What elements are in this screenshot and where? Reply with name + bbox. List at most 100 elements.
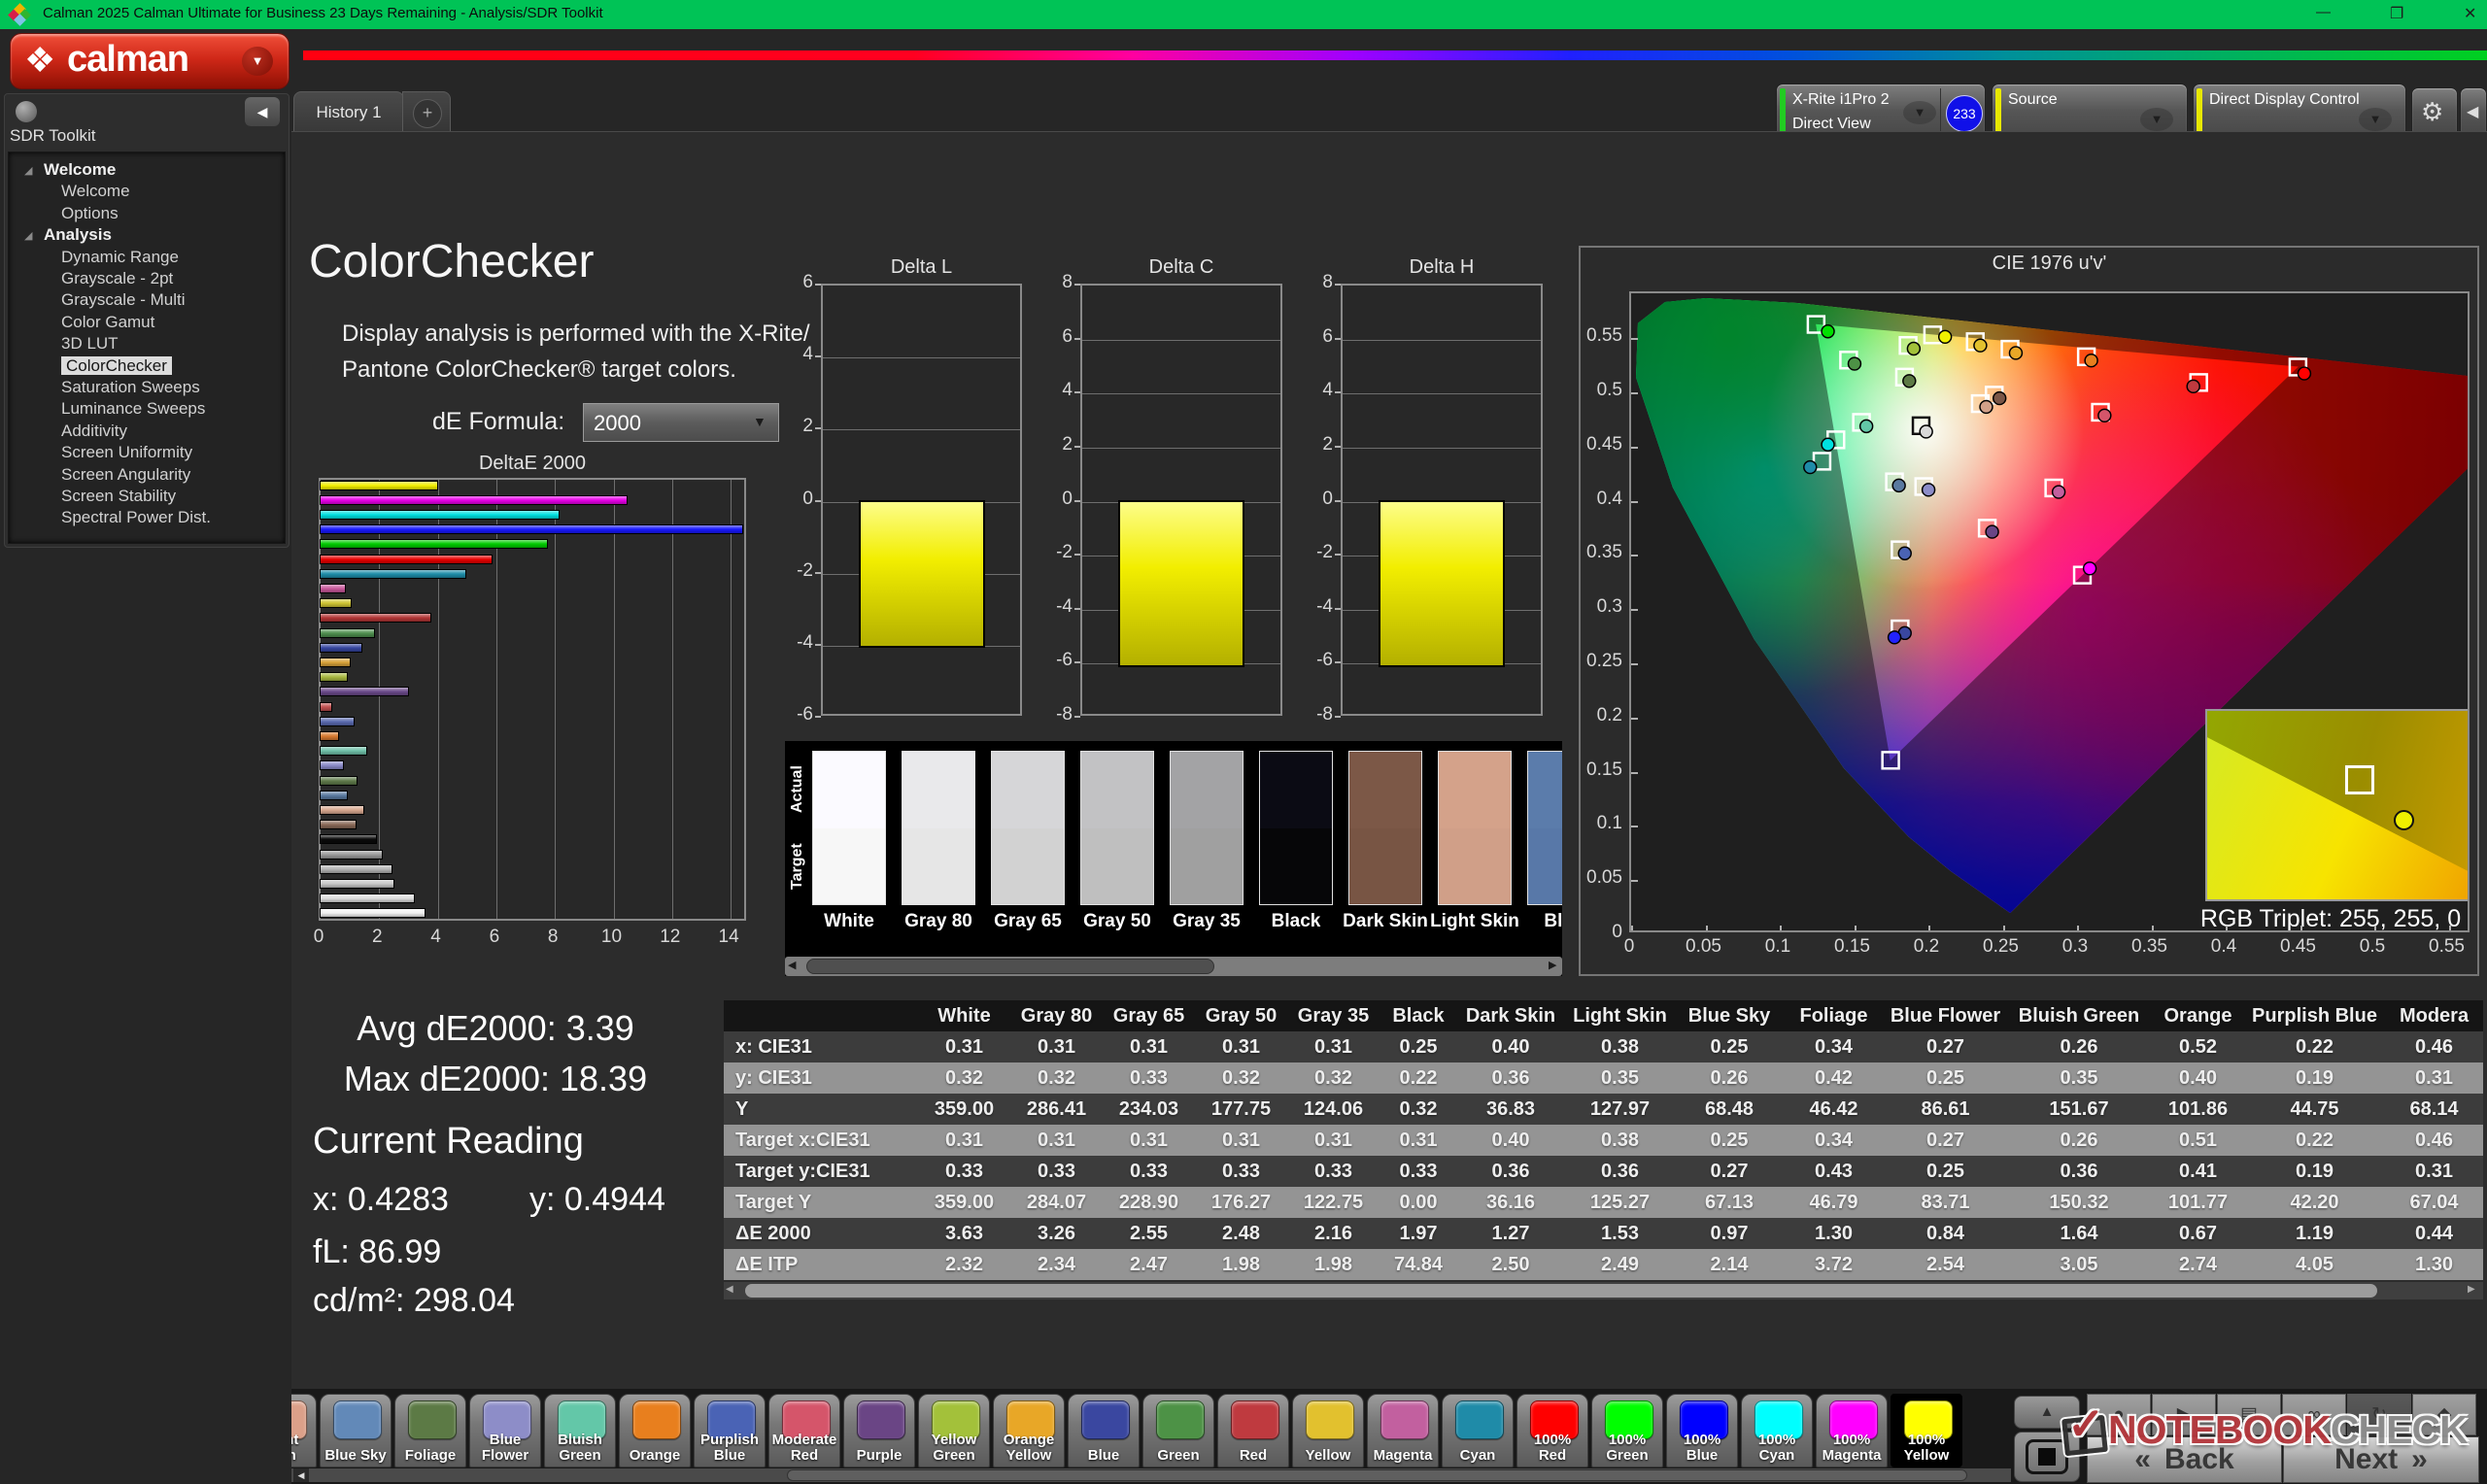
sidebar-item-grayscale-multi[interactable]: Grayscale - Multi (61, 290, 186, 310)
strip-scrollbar[interactable]: ◀▶ (785, 957, 1562, 976)
cell: 0.36 (1457, 1156, 1564, 1187)
patch-button-blue-sky[interactable]: Blue Sky (320, 1394, 392, 1467)
tab-add[interactable]: + (402, 91, 451, 133)
delta-h-y-tick: -8 (1300, 704, 1333, 725)
sidebar-orb-button[interactable] (16, 101, 37, 122)
sidebar-item-additivity[interactable]: Additivity (61, 422, 127, 441)
minimize-icon[interactable]: — (2316, 4, 2331, 20)
patch-button-blue-flower[interactable]: Blue Flower (469, 1394, 541, 1467)
cie-y-tick: 0.15 (1576, 759, 1622, 781)
patch-button-moderate-red[interactable]: Moderate Red (768, 1394, 840, 1467)
patch-button-yellow[interactable]: Yellow (1292, 1394, 1364, 1467)
actual-row-label: Actual (789, 751, 810, 827)
cell: 0.26 (1676, 1062, 1783, 1094)
scroll-right-icon[interactable]: ▶ (1549, 959, 1556, 971)
cell: 0.51 (2152, 1125, 2244, 1156)
cell: 2.74 (2152, 1249, 2244, 1280)
logo-dropdown-icon[interactable]: ▼ (242, 47, 273, 76)
sidebar-item-welcome-section[interactable]: Welcome (44, 160, 116, 180)
patch-chip (408, 1400, 457, 1439)
cell: Black (1380, 1000, 1457, 1031)
table-scroll-thumb[interactable] (745, 1284, 2377, 1298)
strip-scroll-thumb[interactable] (806, 959, 1214, 974)
toolbar-scrollbar[interactable]: ◀ (291, 1468, 2011, 1482)
sidebar-item-spectral-power-dist[interactable]: Spectral Power Dist. (61, 508, 211, 527)
sidebar-item-options[interactable]: Options (61, 204, 119, 223)
patch-button-light-skin[interactable]: Light Skin (291, 1394, 317, 1467)
cell: 0.31 (1103, 1125, 1195, 1156)
tab-history-1[interactable]: History 1 (293, 91, 404, 133)
patch-button-cyan[interactable]: Cyan (1442, 1394, 1514, 1467)
cell: 67.04 (2385, 1187, 2483, 1218)
deltae-x-tick: 4 (417, 927, 456, 948)
tree-expander-icon[interactable]: ◢ (24, 229, 32, 242)
cie-measured-moderate-red (2098, 409, 2111, 422)
cell: 0.31 (1103, 1031, 1195, 1062)
patch-button-bluish-green[interactable]: Bluish Green (544, 1394, 616, 1467)
cell: 0.32 (1380, 1094, 1457, 1125)
deltae-bar-yellow-green (320, 672, 348, 682)
sidebar-item-welcome[interactable]: Welcome (61, 182, 130, 201)
deltae-bar-purple (320, 687, 409, 696)
scroll-left-icon[interactable]: ◀ (726, 1284, 733, 1295)
scroll-right-icon[interactable]: ▶ (2468, 1284, 2475, 1295)
table-scrollbar[interactable]: ◀▶ (724, 1282, 2483, 1299)
cell: 359.00 (918, 1187, 1010, 1218)
sidebar-item-screen-uniformity[interactable]: Screen Uniformity (61, 443, 192, 462)
patch-button-purplish-blue[interactable]: Purplish Blue (694, 1394, 766, 1467)
patch-button-yellow-green[interactable]: Yellow Green (918, 1394, 990, 1467)
patch-button-red[interactable]: Red (1217, 1394, 1289, 1467)
display-dropdown-arrow-icon: ▼ (2359, 108, 2392, 131)
patch-chip (857, 1400, 905, 1439)
patch-button-magenta[interactable]: Magenta (1367, 1394, 1439, 1467)
patch-button-purple[interactable]: Purple (843, 1394, 915, 1467)
patch-button-100-cyan[interactable]: 100% Cyan (1741, 1394, 1813, 1467)
swatch-target (813, 828, 885, 905)
sidebar-item-colorchecker[interactable]: ColorChecker (61, 356, 172, 376)
patch-button-blue[interactable]: Blue (1068, 1394, 1140, 1467)
sidebar-collapse-button[interactable]: ◀ (245, 97, 280, 126)
swatch-gray-50 (1080, 751, 1154, 905)
cell: 1.30 (2385, 1249, 2483, 1280)
patch-button-100-yellow[interactable]: 100% Yellow (1891, 1394, 1962, 1467)
patch-button-orange-yellow[interactable]: Orange Yellow (993, 1394, 1065, 1467)
row-label: Target x:CIE31 (724, 1125, 918, 1156)
sidebar-item-grayscale-2pt[interactable]: Grayscale - 2pt (61, 269, 173, 288)
cell: 0.27 (1885, 1125, 2006, 1156)
patch-button-foliage[interactable]: Foliage (394, 1394, 466, 1467)
patch-button-orange[interactable]: Orange (619, 1394, 691, 1467)
restore-icon[interactable]: ❐ (2390, 4, 2403, 23)
delta-c-y-tick: -4 (1039, 596, 1073, 618)
de-formula-dropdown[interactable]: 2000 ▼ (583, 403, 779, 442)
patch-button-100-red[interactable]: 100% Red (1516, 1394, 1588, 1467)
cell: 46.79 (1783, 1187, 1885, 1218)
scroll-left-icon[interactable]: ◀ (788, 959, 796, 971)
rgb-triplet-label: RGB Triplet: 255, 255, 0 (2190, 905, 2470, 932)
cell: Gray 65 (1103, 1000, 1195, 1031)
sidebar-item-analysis-section[interactable]: Analysis (44, 225, 112, 245)
deltae-bar-orange-yellow (320, 658, 351, 667)
calman-menu-button[interactable]: ❖ calman ▼ (10, 33, 290, 89)
tree-expander-icon[interactable]: ◢ (24, 164, 32, 177)
patch-button-100-green[interactable]: 100% Green (1591, 1394, 1663, 1467)
sidebar-item-3d-lut[interactable]: 3D LUT (61, 334, 119, 354)
cie-x-tick: 0.15 (1829, 936, 1876, 958)
toolbar-scroll-thumb[interactable] (787, 1469, 1967, 1481)
sidebar-item-screen-angularity[interactable]: Screen Angularity (61, 465, 190, 485)
patch-button-100-magenta[interactable]: 100% Magenta (1816, 1394, 1888, 1467)
swatch-actual (903, 752, 974, 828)
sidebar-item-screen-stability[interactable]: Screen Stability (61, 487, 176, 506)
patch-button-100-blue[interactable]: 100% Blue (1666, 1394, 1738, 1467)
close-icon[interactable]: ✕ (2464, 4, 2476, 23)
scroll-left-icon[interactable]: ◀ (293, 1468, 309, 1482)
cie-measured-purple (1986, 525, 1998, 538)
cie-zoom-inset (2205, 709, 2470, 901)
sidebar-item-luminance-sweeps[interactable]: Luminance Sweeps (61, 399, 205, 419)
max-de2000: Max dE2000: 18.39 (321, 1059, 670, 1099)
patch-button-green[interactable]: Green (1142, 1394, 1214, 1467)
sidebar-item-saturation-sweeps[interactable]: Saturation Sweeps (61, 378, 200, 397)
sidebar-item-color-gamut[interactable]: Color Gamut (61, 313, 154, 332)
cie-title: CIE 1976 u'v' (1629, 253, 2470, 275)
sidebar-item-dynamic-range[interactable]: Dynamic Range (61, 248, 179, 267)
table-header-row: WhiteGray 80Gray 65Gray 50Gray 35BlackDa… (724, 1000, 2483, 1031)
